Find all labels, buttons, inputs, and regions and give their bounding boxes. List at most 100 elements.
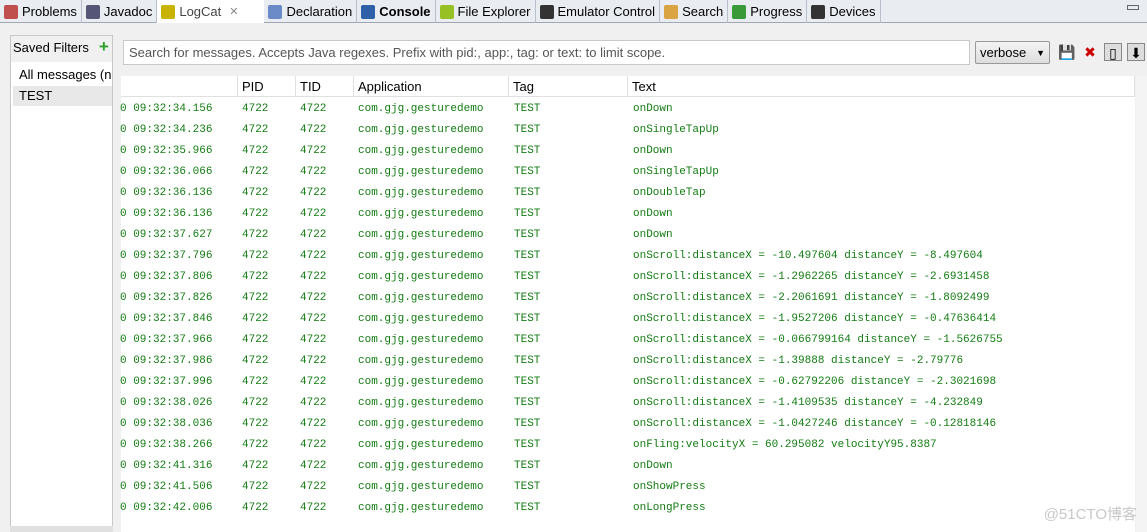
col-time[interactable]	[121, 76, 238, 97]
cell: 0 09:32:34.236	[120, 124, 213, 136]
cell: 4722	[300, 166, 327, 178]
cell: 4722	[242, 292, 269, 304]
tab-javadoc[interactable]: Javadoc	[82, 0, 158, 23]
tab-problems[interactable]: Problems	[0, 0, 82, 23]
table-row[interactable]: 0 09:32:37.806 4722 4722 com.gjg.gesturedem…	[120, 267, 1135, 288]
search-input[interactable]: Search for messages. Accepts Java regexe…	[123, 40, 970, 65]
table-row[interactable]: 0 09:32:37.627 4722 4722 com.gjg.gesturedem…	[120, 225, 1135, 246]
cell: onDown	[633, 103, 673, 115]
tab-devices[interactable]: Devices	[807, 0, 881, 23]
cell: 4722	[300, 250, 327, 262]
log-vertical-scrollbar[interactable]	[1136, 76, 1147, 532]
table-row[interactable]: 0 09:32:41.506 4722 4722 com.gjg.gesturedem…	[120, 477, 1135, 498]
cell: 4722	[300, 460, 327, 472]
cell: 4722	[242, 355, 269, 367]
cell: 4722	[242, 460, 269, 472]
table-row[interactable]: 0 09:32:42.006 4722 4722 com.gjg.gesturedem…	[120, 498, 1135, 519]
add-filter-icon[interactable]: +	[99, 38, 109, 58]
cell: com.gjg.gesturedemo	[358, 145, 484, 157]
table-row[interactable]: 0 09:32:36.066 4722 4722 com.gjg.gesturedem…	[120, 162, 1135, 183]
tab-label: Search	[682, 4, 724, 19]
col-text[interactable]: Text	[628, 76, 1135, 97]
table-row[interactable]: 0 09:32:37.826 4722 4722 com.gjg.gesturedem…	[120, 288, 1135, 309]
cell: com.gjg.gesturedemo	[358, 460, 484, 472]
cell: 4722	[242, 334, 269, 346]
tab-console[interactable]: Console	[357, 0, 436, 23]
cell: 4722	[300, 313, 327, 325]
toggle-filters-icon[interactable]: ▯	[1104, 43, 1122, 61]
col-tag[interactable]: Tag	[509, 76, 628, 97]
table-row[interactable]: 0 09:32:37.986 4722 4722 com.gjg.gesturedem…	[120, 351, 1135, 372]
search-icon	[664, 4, 679, 19]
tab-label: Console	[379, 4, 431, 19]
tab-declaration[interactable]: Declaration	[264, 0, 358, 23]
col-application[interactable]: Application	[354, 76, 509, 97]
cell: onDown	[633, 460, 673, 472]
table-row[interactable]: 0 09:32:38.266 4722 4722 com.gjg.gesturedem…	[120, 435, 1135, 456]
cell: 4722	[242, 397, 269, 409]
tab-progress[interactable]: Progress	[728, 0, 808, 23]
table-row[interactable]: 0 09:32:38.026 4722 4722 com.gjg.gesturedem…	[120, 393, 1135, 414]
cell: TEST	[514, 334, 541, 346]
cell: com.gjg.gesturedemo	[358, 481, 484, 493]
col-tid[interactable]: TID	[296, 76, 354, 97]
android-icon	[439, 4, 454, 19]
table-row[interactable]: 0 09:32:41.316 4722 4722 com.gjg.gesturedem…	[120, 456, 1135, 477]
tab-search[interactable]: Search	[660, 0, 729, 23]
log-level-select[interactable]: verbose ▼	[975, 41, 1050, 64]
logcat-icon	[161, 4, 176, 19]
cell: TEST	[514, 208, 541, 220]
table-row[interactable]: 0 09:32:35.966 4722 4722 com.gjg.gesturedem…	[120, 141, 1135, 162]
cell: com.gjg.gesturedemo	[358, 271, 484, 283]
minimize-button[interactable]	[1127, 5, 1139, 10]
cell: onDoubleTap	[633, 187, 706, 199]
cell: onScroll:distanceX = -0.62792206 distanc…	[633, 376, 997, 388]
cell: com.gjg.gesturedemo	[358, 313, 484, 325]
cell: 0 09:32:38.026	[120, 397, 213, 409]
cell: com.gjg.gesturedemo	[358, 355, 484, 367]
cell: 0 09:32:37.986	[120, 355, 213, 367]
cell: onSingleTapUp	[633, 124, 719, 136]
table-row[interactable]: 0 09:32:37.996 4722 4722 com.gjg.gesturedem…	[120, 372, 1135, 393]
cell: 0 09:32:37.796	[120, 250, 213, 262]
cell: 4722	[300, 292, 327, 304]
tab-emulator-control[interactable]: Emulator Control	[536, 0, 661, 23]
cell: onLongPress	[633, 502, 706, 514]
cell: onScroll:distanceX = -1.2962265 distance…	[633, 271, 990, 283]
cell: onSingleTapUp	[633, 166, 719, 178]
cell: 4722	[242, 313, 269, 325]
cell: 4722	[300, 334, 327, 346]
scroll-lock-icon[interactable]: ⬇	[1127, 43, 1145, 61]
table-row[interactable]: 0 09:32:34.156 4722 4722 com.gjg.gesturedem…	[120, 99, 1135, 120]
filter-test[interactable]: TEST	[13, 86, 112, 106]
tab-logcat[interactable]: LogCat ✕	[157, 0, 265, 23]
cell: com.gjg.gesturedemo	[358, 103, 484, 115]
cell: com.gjg.gesturedemo	[358, 397, 484, 409]
table-row[interactable]: 0 09:32:36.136 4722 4722 com.gjg.gesturedem…	[120, 183, 1135, 204]
close-icon[interactable]: ✕	[229, 5, 238, 18]
cell: 4722	[300, 397, 327, 409]
table-row[interactable]: 0 09:32:38.036 4722 4722 com.gjg.gesturedem…	[120, 414, 1135, 435]
filters-horizontal-scrollbar[interactable]	[10, 526, 113, 532]
table-row[interactable]: 0 09:32:37.966 4722 4722 com.gjg.gesturedem…	[120, 330, 1135, 351]
filter-all-messages[interactable]: All messages (n	[13, 65, 112, 85]
table-row[interactable]: 0 09:32:37.846 4722 4722 com.gjg.gesturedem…	[120, 309, 1135, 330]
table-row[interactable]: 0 09:32:36.136 4722 4722 com.gjg.gesturedem…	[120, 204, 1135, 225]
cell: TEST	[514, 502, 541, 514]
cell: TEST	[514, 103, 541, 115]
tab-label: Progress	[750, 4, 803, 19]
cell: 4722	[300, 271, 327, 283]
tab-file-explorer[interactable]: File Explorer	[436, 0, 536, 23]
col-pid[interactable]: PID	[238, 76, 296, 97]
cell: 0 09:32:38.266	[120, 439, 213, 451]
watermark: @51CTO博客	[1043, 506, 1137, 523]
table-row[interactable]: 0 09:32:34.236 4722 4722 com.gjg.gesturedem…	[120, 120, 1135, 141]
cell: com.gjg.gesturedemo	[358, 502, 484, 514]
cell: TEST	[514, 166, 541, 178]
cell: TEST	[514, 439, 541, 451]
table-row[interactable]: 0 09:32:37.796 4722 4722 com.gjg.gesturedem…	[120, 246, 1135, 267]
save-icon[interactable]: 💾	[1058, 43, 1076, 61]
clear-log-icon[interactable]: ✖	[1081, 43, 1099, 61]
cell: 4722	[242, 187, 269, 199]
tab-label: Declaration	[286, 4, 353, 19]
